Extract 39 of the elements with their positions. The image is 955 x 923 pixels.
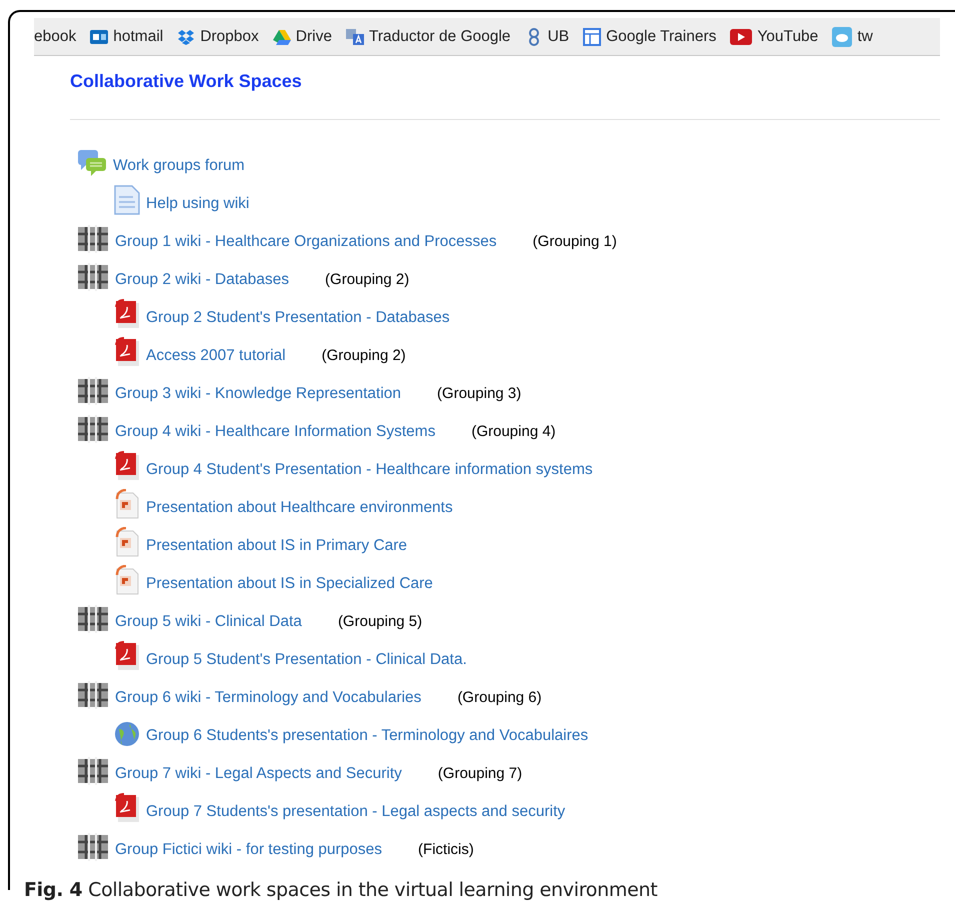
grouping-label: (Ficticis)	[418, 840, 474, 860]
activity-link[interactable]: Presentation about IS in Specialized Care	[146, 572, 433, 595]
bookmark-link[interactable]: Dropbox	[200, 24, 259, 48]
activity-link[interactable]: Group 3 wiki - Knowledge Representation	[115, 382, 402, 405]
grouping-label: (Grouping 2)	[322, 346, 406, 366]
grouping-label: (Grouping 5)	[338, 612, 422, 632]
bookmark-link[interactable]: tw	[857, 24, 873, 48]
activity-link[interactable]: Group 6 Students's presentation - Terminology and Vocabulaires	[146, 724, 588, 747]
activity-link[interactable]: Group 7 Students's presentation - Legal aspects and security	[146, 800, 566, 823]
grouping-label: (Grouping 1)	[532, 232, 617, 252]
activity-link[interactable]: Group Fictici wiki - for testing purposes	[115, 838, 382, 861]
grouping-label: (Grouping 6)	[457, 688, 542, 708]
activity-link[interactable]: Access 2007 tutorial	[146, 344, 286, 367]
activity-link[interactable]: Help using wiki	[146, 192, 250, 215]
bookmark-link[interactable]: hotmail	[113, 24, 164, 48]
grouping-label: (Grouping 4)	[471, 422, 556, 442]
grouping-label: (Grouping 3)	[437, 384, 522, 404]
bookmark-link[interactable]: ebook	[34, 24, 76, 48]
activity-link[interactable]: Group 6 wiki - Terminology and Vocabularies	[115, 686, 422, 709]
grouping-label: (Grouping 7)	[438, 764, 522, 784]
grouping-label: (Grouping 2)	[325, 270, 410, 290]
activity-link[interactable]: Group 5 wiki - Clinical Data	[115, 610, 302, 633]
bookmark-link[interactable]: YouTube	[757, 24, 818, 48]
activity-link[interactable]: Group 5 Student's Presentation - Clinical Data.	[146, 648, 467, 671]
activity-link[interactable]: Group 1 wiki - Healthcare Organizations and Processes	[115, 230, 497, 253]
bookmark-link[interactable]: Google Trainers	[606, 24, 716, 48]
activity-link[interactable]: Group 4 Student's Presentation - Healthcare information systems	[146, 458, 593, 481]
activity-link[interactable]: Group 2 Student's Presentation - Databases	[146, 306, 450, 329]
activity-link[interactable]: Group 2 wiki - Databases	[115, 268, 290, 291]
figure-caption: Fig. 4 Collaborative work spaces in the virtual learning environment	[24, 878, 658, 903]
bookmark-link[interactable]: UB	[548, 24, 570, 48]
activity-link[interactable]: Group 7 wiki - Legal Aspects and Security	[115, 762, 402, 785]
bookmark-link[interactable]: Traductor de Google	[368, 24, 511, 48]
bookmark-link[interactable]: Drive	[296, 24, 332, 48]
activity-link[interactable]: Presentation about Healthcare environments	[146, 496, 453, 519]
activity-link[interactable]: Work groups forum	[113, 154, 245, 177]
section-title: Collaborative Work Spaces	[70, 70, 303, 93]
activity-link[interactable]: Presentation about IS in Primary Care	[146, 534, 408, 557]
activity-link[interactable]: Group 4 wiki - Healthcare Information Systems	[115, 420, 436, 443]
